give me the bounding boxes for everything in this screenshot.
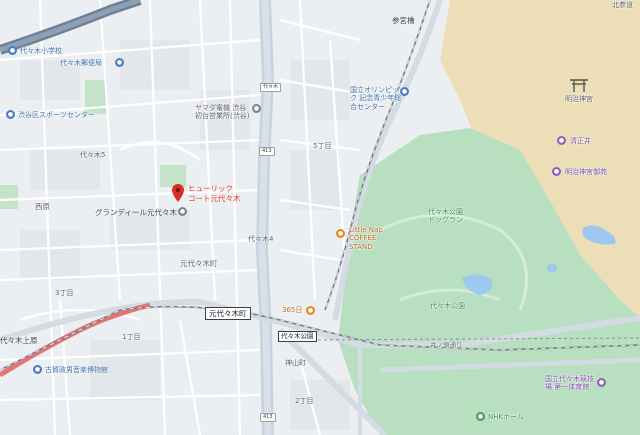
area-label-motoyoyogi: 元代々木町 [180,259,218,268]
pond [547,263,557,273]
koga-museum-icon[interactable]: ● [33,365,42,374]
selected-place-name-line2[interactable]: コート元代々木 [188,195,241,203]
poi-365[interactable]: 365日 [282,307,302,314]
poi-sangubashi[interactable]: 参宮橋 [392,17,415,25]
poi-little-nap[interactable]: Little Nap COFFEE STAND [349,226,399,251]
road-shield: 代々木 [260,83,282,92]
area-label-3chome: 3丁目 [55,289,74,297]
area-label-yoyogi-4: 代々木4 [248,235,274,243]
poi-yoyogi-post[interactable]: 代々木郵便局 [60,60,102,67]
area-label-nishihara: 西原 [35,202,50,211]
building-icon[interactable]: ● [178,207,187,216]
sports-icon[interactable]: ● [6,110,15,119]
area-label-yoyogi-5: 代々木5 [80,151,106,159]
poi-koga[interactable]: 古賀政男音楽博物館 [45,367,108,374]
station-label-yoyogi-uehara[interactable]: 代々木上原 [0,337,38,345]
poi-grandheel[interactable]: グランディール元代々木 [95,209,177,217]
area-label-5chome: 5丁目 [313,142,332,150]
poi-yamada[interactable]: ヤマダ電機 渋谷 初台営業所(渋谷) [195,104,255,121]
poi-sports-center[interactable]: 渋谷区スポーツセンター [18,112,95,119]
area-label-dog-run: 代々木公園 ドッグラン [428,208,463,225]
station-label-yoyogi-koen[interactable]: 代々木公園 [278,331,317,342]
area-label-meiji-jingu: 明治神宮 [565,95,593,103]
bakery-icon[interactable]: ● [306,306,315,315]
poi-kiyomasa[interactable]: 清正井 [570,138,591,145]
green-area [0,185,18,209]
poi-nhk[interactable]: NHKホール [488,414,524,421]
poi-kitasando[interactable]: 北参道 [612,2,633,9]
cafe-icon[interactable]: ● [336,229,345,238]
area-label-inokashira: 井ノ頭通り [430,341,463,349]
area-label-yoyogi-koen: 代々木公園 [430,302,465,310]
well-icon[interactable]: ● [557,136,566,145]
poi-gym[interactable]: 国立代々木競技場 第一体育館 [545,375,597,392]
poi-meiji-museum[interactable]: 明治神宮御苑 [565,169,607,176]
selected-place-name-line1[interactable]: ヒューリック [188,185,233,193]
stadium-icon[interactable]: ● [597,378,606,387]
map-pin-icon[interactable] [172,184,184,202]
school-icon[interactable]: ● [8,46,17,55]
hall-icon[interactable]: ● [476,412,485,421]
area-label-kamiyama: 神山町 [285,359,306,367]
poi-olympic-center[interactable]: 国立オリンピック 記念青少年総合センター [350,86,405,111]
post-office-icon[interactable]: ● [115,58,124,67]
museum-icon[interactable]: ● [552,167,561,176]
poi-yoyogi-school[interactable]: 代々木小学校 [20,48,62,55]
road-shield: 413 [259,147,275,156]
area-label-1chome: 1丁目 [122,333,141,341]
road-shield: 413 [260,413,276,422]
area-label-2chome: 2丁目 [295,397,314,405]
station-label-motoyoyogicho[interactable]: 元代々木町 [205,307,251,320]
